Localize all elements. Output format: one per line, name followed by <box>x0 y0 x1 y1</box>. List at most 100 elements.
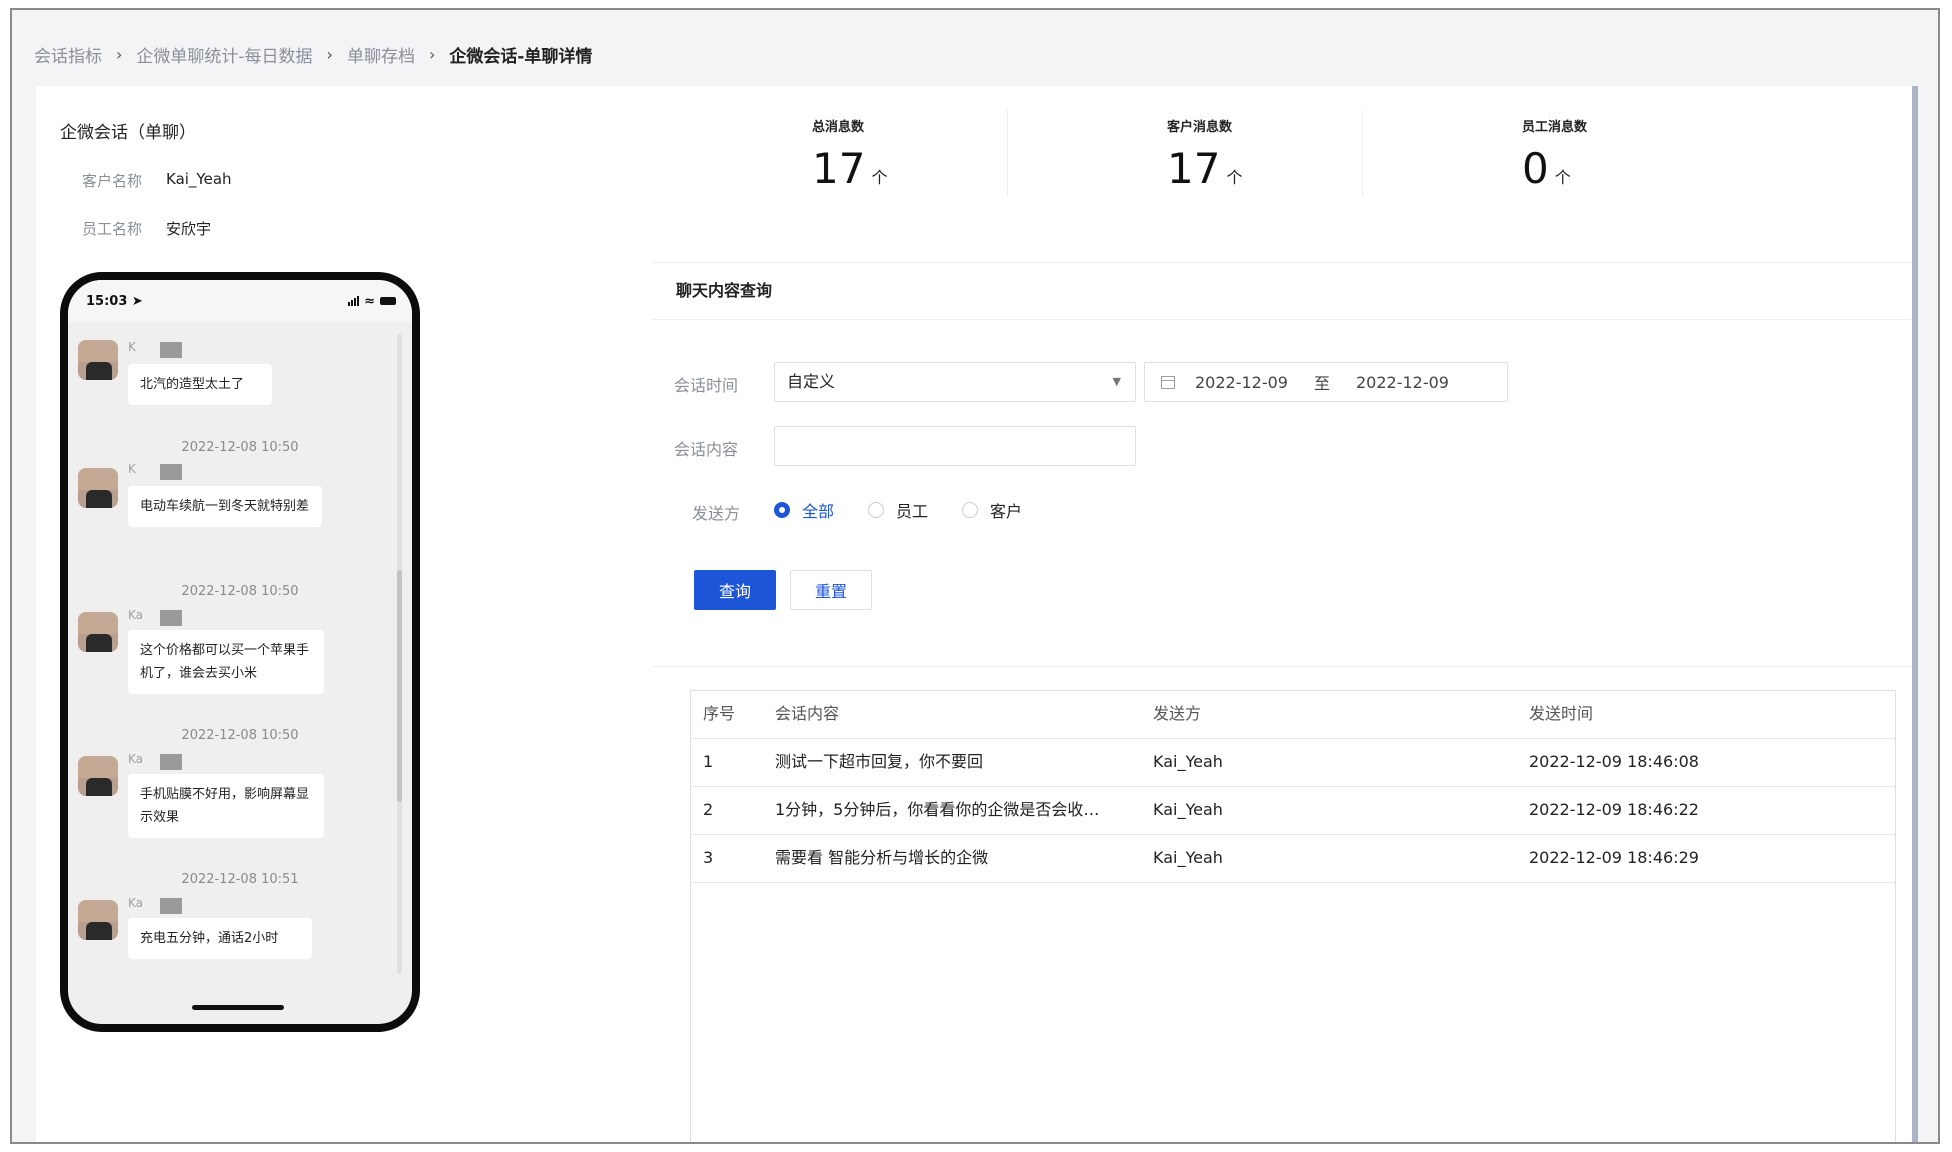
cell-time: 2022-12-09 18:46:08 <box>1529 752 1699 771</box>
breadcrumb-item-archive[interactable]: 单聊存档 <box>347 42 415 67</box>
stat-value-wrap: 17 个 <box>1167 144 1242 193</box>
col-time: 发送时间 <box>1529 704 1594 723</box>
stat-label: 员工消息数 <box>1522 120 1588 135</box>
breadcrumb-item-metrics[interactable]: 会话指标 <box>34 42 102 67</box>
radio-all-label: 全部 <box>802 502 835 521</box>
stat-customer-messages: 客户消息数 17 个 <box>1007 86 1362 262</box>
table-row[interactable]: 2 1分钟，5分钟后，你看看你的企微是否会收… Kai_Yeah 2022-12… <box>691 787 1895 835</box>
cell-sender: Kai_Yeah <box>1153 752 1223 771</box>
table-row[interactable]: 3 需要看 智能分析与增长的企微 Kai_Yeah 2022-12-09 18:… <box>691 835 1895 883</box>
staff-name-label: 员工名称 <box>82 220 143 238</box>
stat-value: 17 <box>812 144 866 193</box>
cell-index: 2 <box>703 800 714 819</box>
app-frame: 会话指标 › 企微单聊统计-每日数据 › 单聊存档 › 企微会话-单聊详情 企微… <box>10 8 1940 1144</box>
conversation-info-panel: 企微会话（单聊） 客户名称 Kai_Yeah 员工名称 安欣宇 15:03 ➤ … <box>36 86 652 1142</box>
battery-icon <box>380 297 396 305</box>
cell-index: 1 <box>703 752 714 771</box>
phone-status-bar: 15:03 ➤ ≈ <box>68 280 412 322</box>
stat-value-wrap: 0 个 <box>1522 144 1571 193</box>
radio-customer[interactable]: 客户 <box>962 498 1022 522</box>
stat-label: 客户消息数 <box>1167 120 1233 135</box>
chat-scrollbar-thumb[interactable] <box>397 570 402 802</box>
divider <box>652 666 1912 667</box>
cell-index: 3 <box>703 848 714 867</box>
stat-label: 总消息数 <box>812 120 865 135</box>
content-input[interactable] <box>774 426 1136 466</box>
radio-staff-label: 员工 <box>896 502 929 521</box>
col-content: 会话内容 <box>775 704 840 723</box>
sender-nickname: Ka <box>128 608 144 622</box>
message-bubble: 充电五分钟，通话2小时 <box>128 918 312 959</box>
customer-name-value: Kai_Yeah <box>166 170 232 188</box>
col-index: 序号 <box>703 704 736 723</box>
cell-sender: Kai_Yeah <box>1153 848 1223 867</box>
radio-all[interactable]: 全部 <box>774 498 834 522</box>
blurred-name <box>160 464 182 480</box>
sender-nickname: K <box>128 462 136 476</box>
stat-value: 17 <box>1167 144 1221 193</box>
signal-icon <box>348 296 360 306</box>
breadcrumb-item-daily-stats[interactable]: 企微单聊统计-每日数据 <box>136 42 312 67</box>
cell-time: 2022-12-09 18:46:29 <box>1529 848 1699 867</box>
date-range-picker[interactable]: 2022-12-09 至 2022-12-09 <box>1144 362 1508 402</box>
sender-nickname: Ka <box>128 896 144 910</box>
radio-dot <box>868 502 885 518</box>
staff-name-value: 安欣宇 <box>166 220 212 238</box>
radio-dot <box>774 502 790 518</box>
time-select[interactable]: 自定义 ▼ <box>774 362 1136 402</box>
cell-content: 测试一下超市回复，你不要回 <box>775 752 984 771</box>
messages-table: 序号 会话内容 发送方 发送时间 1 测试一下超市回复，你不要回 Kai_Yea… <box>690 690 1896 1142</box>
stat-staff-messages: 员工消息数 0 个 <box>1362 86 1717 262</box>
chevron-right-icon: › <box>428 44 436 64</box>
message-bubble: 手机贴膜不好用，影响屏幕显示效果 <box>128 774 324 838</box>
blurred-name <box>160 898 182 914</box>
message-bubble: 电动车续航一到冬天就特别差 <box>128 486 322 527</box>
home-indicator <box>192 1005 284 1010</box>
reset-button[interactable]: 重置 <box>790 570 872 610</box>
avatar <box>78 468 118 508</box>
panel-title: 企微会话（单聊） <box>60 123 196 143</box>
stat-divider <box>1362 110 1363 196</box>
message-bubble: 北汽的造型太土了 <box>128 364 272 405</box>
col-sender: 发送方 <box>1153 704 1202 723</box>
stat-unit: 个 <box>1554 168 1571 187</box>
chat-area[interactable]: K 北汽的造型太土了 2022-12-08 10:50 K 电动车续航一到冬天就… <box>68 322 412 972</box>
blurred-name <box>160 754 182 770</box>
status-icons: ≈ <box>348 294 396 309</box>
avatar <box>78 612 118 652</box>
staff-name-row: 员工名称 安欣宇 <box>82 218 211 239</box>
blurred-name <box>160 342 182 358</box>
stat-value: 0 <box>1522 144 1549 193</box>
analysis-panel: 总消息数 17 个 客户消息数 17 个 员工消息数 0 个 聊天内容查询 会话… <box>652 86 1912 1142</box>
table-row[interactable]: 1 测试一下超市回复，你不要回 Kai_Yeah 2022-12-09 18:4… <box>691 739 1895 787</box>
avatar <box>78 340 118 380</box>
breadcrumb: 会话指标 › 企微单聊统计-每日数据 › 单聊存档 › 企微会话-单聊详情 <box>34 34 592 74</box>
message-bubble: 这个价格都可以买一个苹果手机了，谁会去买小米 <box>128 630 324 694</box>
stat-total-messages: 总消息数 17 个 <box>652 86 1007 262</box>
sender-nickname: Ka <box>128 752 144 766</box>
message-timestamp: 2022-12-08 10:50 <box>181 584 299 599</box>
panel-edge <box>1912 86 1918 1142</box>
date-start[interactable]: 2022-12-09 <box>1195 373 1288 392</box>
avatar <box>78 900 118 940</box>
radio-dot <box>962 502 979 518</box>
cell-content: 1分钟，5分钟后，你看看你的企微是否会收… <box>775 800 1100 819</box>
cell-time: 2022-12-09 18:46:22 <box>1529 800 1699 819</box>
cell-content: 需要看 智能分析与增长的企微 <box>775 848 989 867</box>
query-button[interactable]: 查询 <box>694 570 776 610</box>
customer-name-label: 客户名称 <box>82 172 143 190</box>
chevron-right-icon: › <box>326 44 333 64</box>
sender-nickname: K <box>128 340 136 354</box>
time-label: 会话时间 <box>674 376 739 395</box>
date-separator: 至 <box>1313 374 1330 393</box>
radio-customer-label: 客户 <box>990 502 1023 521</box>
avatar <box>78 756 118 796</box>
date-end[interactable]: 2022-12-09 <box>1356 373 1449 392</box>
calendar-icon <box>1161 375 1175 389</box>
stat-unit: 个 <box>1226 168 1243 187</box>
sender-radio-group: 全部 员工 客户 <box>774 498 1056 522</box>
message-timestamp: 2022-12-08 10:50 <box>181 440 299 455</box>
radio-staff[interactable]: 员工 <box>868 498 928 522</box>
stat-value-wrap: 17 个 <box>812 144 887 193</box>
stats-row: 总消息数 17 个 客户消息数 17 个 员工消息数 0 个 <box>652 86 1912 262</box>
